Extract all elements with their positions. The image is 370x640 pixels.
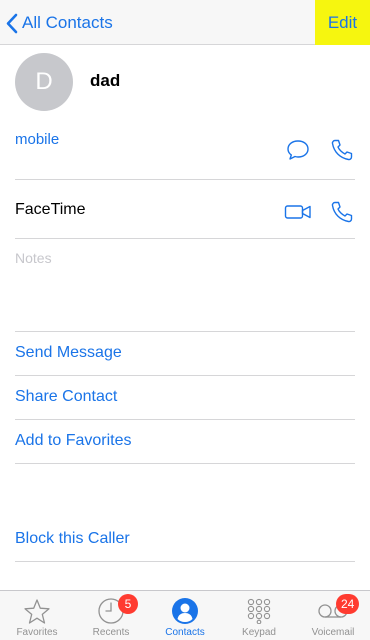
person-icon <box>171 596 199 626</box>
back-button[interactable]: All Contacts <box>6 8 113 38</box>
tab-recents-label: Recents <box>92 627 130 638</box>
tab-favorites-label: Favorites <box>16 627 58 638</box>
divider <box>15 375 355 376</box>
voicemail-badge: 24 <box>336 594 360 614</box>
tab-favorites[interactable]: Favorites <box>0 591 74 640</box>
tab-recents[interactable]: 5 Recents <box>74 591 148 640</box>
add-to-favorites-button[interactable]: Add to Favorites <box>15 432 132 450</box>
tab-bar: Favorites 5 Recents Contacts Keypad 24 V… <box>0 590 370 640</box>
recents-badge: 5 <box>118 594 138 614</box>
divider <box>15 419 355 420</box>
mobile-actions <box>284 136 356 164</box>
contact-name: dad <box>90 71 121 90</box>
video-camera-icon <box>284 205 311 219</box>
phone-icon <box>331 139 353 161</box>
share-contact-button[interactable]: Share Contact <box>15 388 117 406</box>
facetime-video-button[interactable] <box>284 198 312 226</box>
back-button-label: All Contacts <box>22 13 113 32</box>
tab-voicemail[interactable]: 24 Voicemail <box>296 591 370 640</box>
tab-keypad-label: Keypad <box>242 627 276 638</box>
tab-voicemail-label: Voicemail <box>311 627 355 638</box>
chevron-left-icon <box>6 13 18 33</box>
divider <box>15 561 355 562</box>
mobile-label[interactable]: mobile <box>15 131 59 148</box>
divider <box>15 238 355 239</box>
edit-button[interactable]: Edit <box>315 0 370 45</box>
divider <box>15 463 355 464</box>
message-bubble-icon <box>287 140 309 160</box>
phone-icon <box>331 201 353 223</box>
send-message-button[interactable]: Send Message <box>15 344 122 362</box>
facetime-label: FaceTime <box>15 201 86 218</box>
call-button[interactable] <box>328 136 356 164</box>
block-caller-button[interactable]: Block this Caller <box>15 530 130 548</box>
tab-contacts[interactable]: Contacts <box>148 591 222 640</box>
notes-field[interactable]: Notes <box>15 250 52 266</box>
message-button[interactable] <box>284 136 312 164</box>
divider <box>15 331 355 332</box>
star-icon <box>23 596 51 626</box>
facetime-actions <box>284 198 356 226</box>
tab-keypad[interactable]: Keypad <box>222 591 296 640</box>
avatar[interactable]: D <box>15 53 73 111</box>
facetime-audio-button[interactable] <box>328 198 356 226</box>
tab-contacts-label: Contacts <box>165 627 205 638</box>
divider <box>15 179 355 180</box>
keypad-icon <box>246 596 272 626</box>
navigation-bar: All Contacts Edit <box>0 0 370 45</box>
contact-header: D dad <box>0 45 370 120</box>
